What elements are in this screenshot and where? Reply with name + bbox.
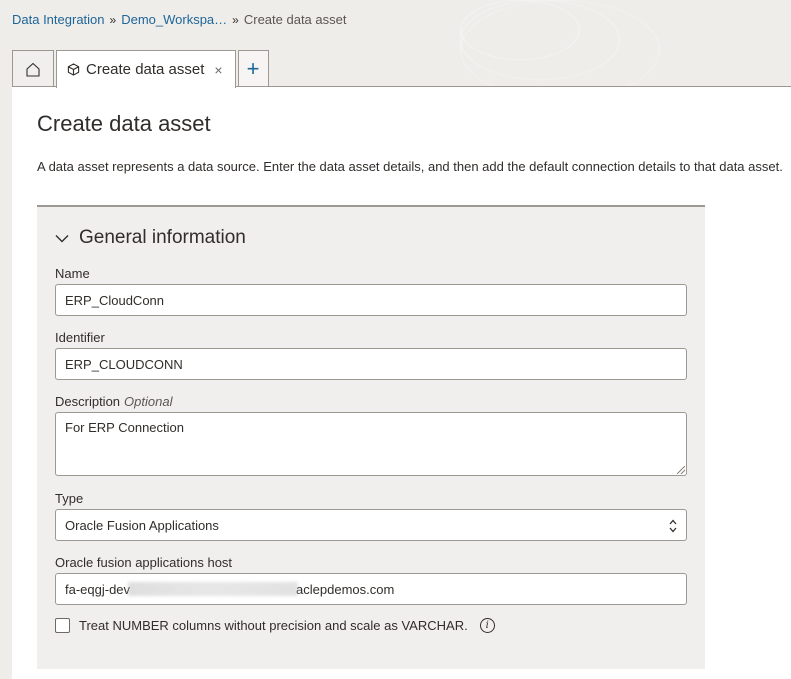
tab-bar: Create data asset × + [12, 50, 271, 88]
main-panel: Create data asset A data asset represent… [12, 86, 791, 679]
description-textarea[interactable]: For ERP Connection [55, 412, 687, 476]
add-tab-button[interactable]: + [237, 50, 269, 87]
breadcrumb-data-integration[interactable]: Data Integration [12, 12, 105, 27]
description-value: For ERP Connection [65, 420, 184, 435]
section-header[interactable]: General information [55, 227, 246, 249]
name-value: ERP_CloudConn [65, 292, 165, 308]
host-input[interactable]: fa-eqgj-dev aclepdemos.com [55, 573, 687, 605]
description-label-text: Description [55, 394, 121, 409]
section-title: General information [79, 227, 246, 248]
breadcrumb-separator: » [232, 12, 239, 27]
varchar-option-row: Treat NUMBER columns without precision a… [55, 618, 495, 633]
tab-label: Create data asset [86, 61, 205, 78]
page-title: Create data asset [37, 111, 211, 136]
cube-icon [67, 63, 80, 76]
chevron-down-icon[interactable] [55, 234, 69, 243]
description-label: Description Optional [55, 394, 172, 409]
breadcrumb-separator: » [109, 12, 117, 27]
close-icon[interactable]: × [214, 63, 222, 77]
plus-icon: + [246, 56, 260, 81]
type-label: Type [55, 491, 84, 506]
redacted-text [128, 582, 299, 596]
general-information-section: General information Name ERP_CloudConn I… [37, 205, 705, 669]
host-value-start: fa-eqgj-dev [65, 581, 131, 597]
breadcrumb: Data Integration » Demo_Workspa… » Creat… [12, 12, 346, 27]
host-value-end: aclepdemos.com [296, 581, 395, 597]
tab-home[interactable] [12, 50, 54, 87]
type-select[interactable]: Oracle Fusion Applications [55, 509, 687, 541]
identifier-value: ERP_CLOUDCONN [65, 356, 183, 372]
page-description: A data asset represents a data source. E… [37, 159, 783, 174]
select-arrows-icon [669, 519, 677, 533]
identifier-label: Identifier [55, 330, 105, 345]
resize-handle-icon[interactable] [677, 466, 685, 474]
optional-tag: Optional [124, 394, 173, 409]
identifier-input[interactable]: ERP_CLOUDCONN [55, 348, 687, 380]
varchar-checkbox[interactable] [55, 618, 70, 633]
home-icon [26, 62, 40, 77]
breadcrumb-current: Create data asset [243, 12, 347, 27]
info-icon[interactable]: i [479, 618, 495, 633]
name-label: Name [55, 266, 90, 281]
host-label: Oracle fusion applications host [55, 555, 233, 570]
name-input[interactable]: ERP_CloudConn [55, 284, 687, 316]
tab-create-data-asset[interactable]: Create data asset × [56, 50, 236, 88]
breadcrumb-workspace[interactable]: Demo_Workspa… [121, 12, 227, 27]
varchar-checkbox-label: Treat NUMBER columns without precision a… [79, 618, 468, 633]
type-value: Oracle Fusion Applications [65, 517, 219, 533]
